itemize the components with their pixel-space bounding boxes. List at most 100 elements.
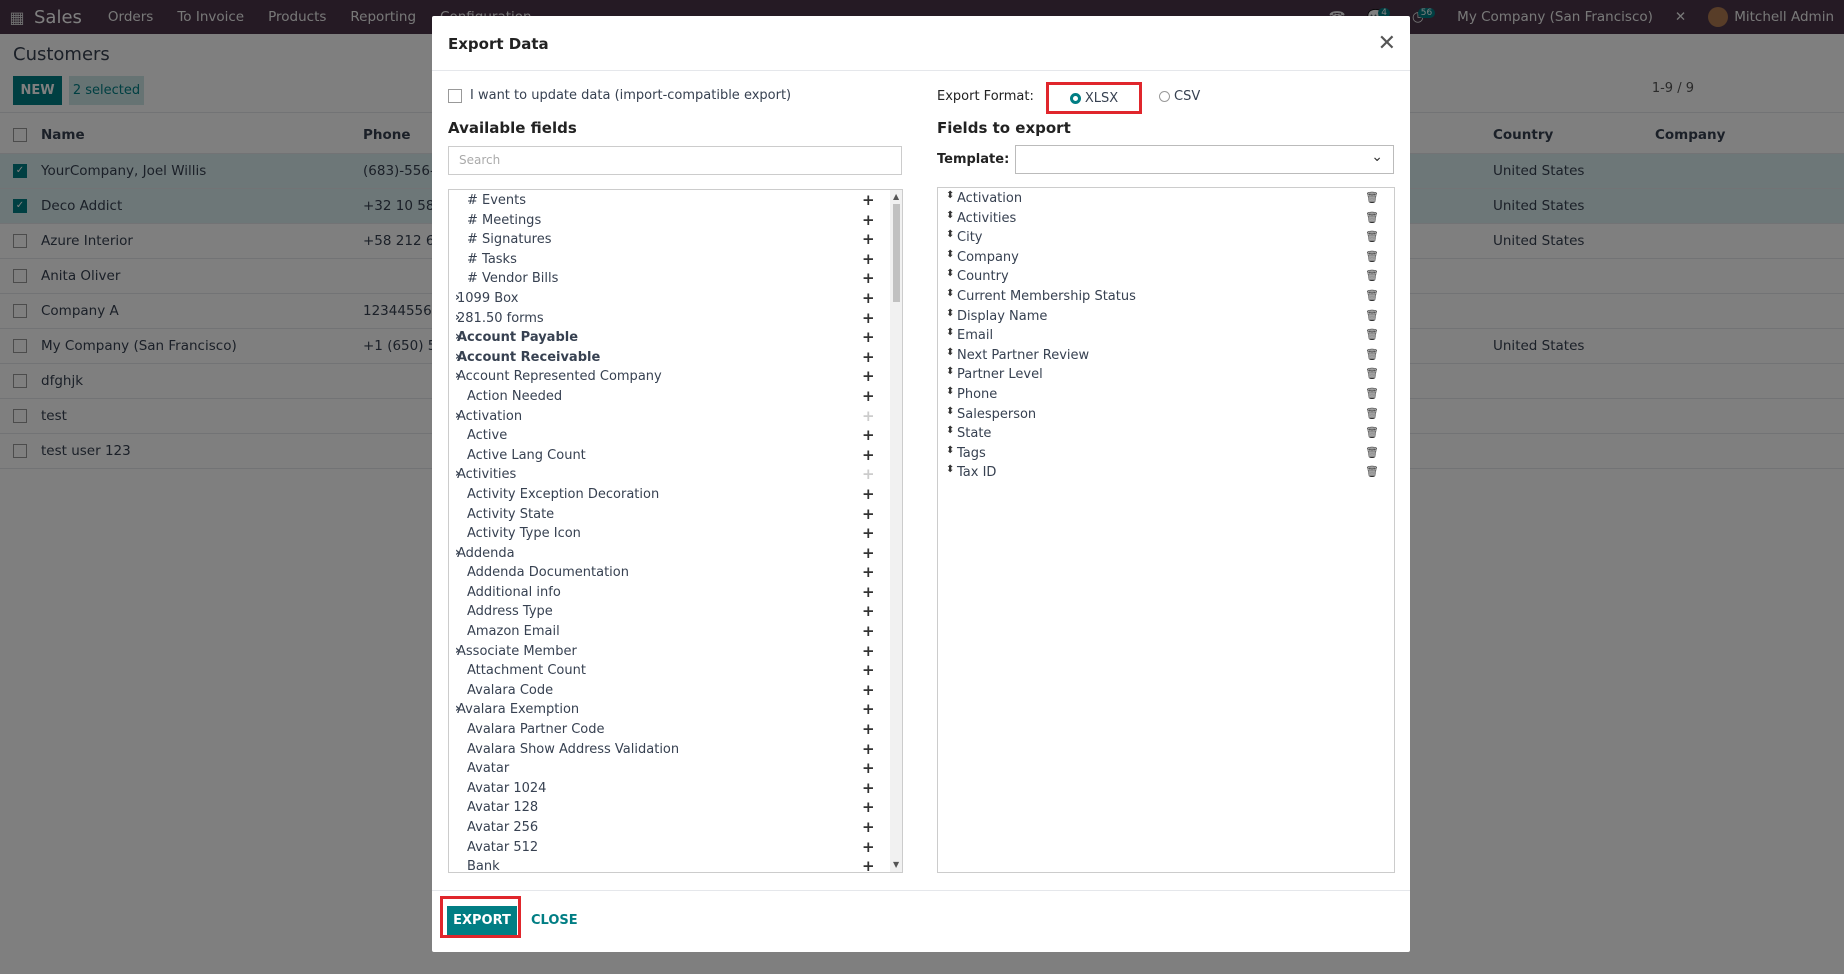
scroll-up-icon[interactable]: ▲ xyxy=(893,192,899,201)
available-field-item[interactable]: Activity Exception Decoration + xyxy=(449,485,902,505)
available-field-item[interactable]: › 1099 Box + xyxy=(449,289,902,309)
available-field-item[interactable]: # Vendor Bills + xyxy=(449,269,902,289)
drag-handle-icon[interactable]: ⬍ xyxy=(946,366,954,377)
trash-icon[interactable]: 🗑 xyxy=(1365,230,1379,243)
drag-handle-icon[interactable]: ⬍ xyxy=(946,464,954,475)
trash-icon[interactable]: 🗑 xyxy=(1365,250,1379,263)
available-field-item[interactable]: Activity Type Icon + xyxy=(449,524,902,544)
available-field-item[interactable]: Avalara Show Address Validation + xyxy=(449,740,902,760)
add-field-icon[interactable]: + xyxy=(862,661,875,679)
available-field-item[interactable]: Bank + xyxy=(449,857,902,872)
available-field-item[interactable]: # Meetings + xyxy=(449,211,902,231)
add-field-icon[interactable]: + xyxy=(862,642,875,660)
available-field-item[interactable]: Addenda Documentation + xyxy=(449,563,902,583)
available-field-item[interactable]: # Events + xyxy=(449,191,902,211)
drag-handle-icon[interactable]: ⬍ xyxy=(946,288,954,299)
add-field-icon[interactable]: + xyxy=(862,269,875,287)
export-field-item[interactable]: ⬍ Activation 🗑 xyxy=(938,189,1394,209)
available-field-item[interactable]: Avatar 512 + xyxy=(449,838,902,858)
add-field-icon[interactable]: + xyxy=(862,563,875,581)
close-button[interactable]: CLOSE xyxy=(531,913,578,928)
trash-icon[interactable]: 🗑 xyxy=(1365,269,1379,282)
trash-icon[interactable]: 🗑 xyxy=(1365,289,1379,302)
import-compatible-option[interactable]: I want to update data (import-compatible… xyxy=(448,88,791,103)
drag-handle-icon[interactable]: ⬍ xyxy=(946,249,954,260)
export-field-item[interactable]: ⬍ Display Name 🗑 xyxy=(938,307,1394,327)
drag-handle-icon[interactable]: ⬍ xyxy=(946,327,954,338)
add-field-icon[interactable]: + xyxy=(862,583,875,601)
available-field-item[interactable]: Activity State + xyxy=(449,505,902,525)
add-field-icon[interactable]: + xyxy=(862,426,875,444)
export-field-item[interactable]: ⬍ Current Membership Status 🗑 xyxy=(938,287,1394,307)
available-field-item[interactable]: Avalara Partner Code + xyxy=(449,720,902,740)
xlsx-radio[interactable] xyxy=(1069,92,1081,104)
close-icon[interactable]: ✕ xyxy=(1378,31,1396,56)
trash-icon[interactable]: 🗑 xyxy=(1365,387,1379,400)
export-field-item[interactable]: ⬍ Tags 🗑 xyxy=(938,444,1394,464)
drag-handle-icon[interactable]: ⬍ xyxy=(946,425,954,436)
add-field-icon[interactable]: + xyxy=(862,367,875,385)
trash-icon[interactable]: 🗑 xyxy=(1365,191,1379,204)
import-compatible-checkbox[interactable] xyxy=(448,88,462,103)
add-field-icon[interactable]: + xyxy=(862,289,875,307)
export-field-item[interactable]: ⬍ Partner Level 🗑 xyxy=(938,365,1394,385)
add-field-icon[interactable]: + xyxy=(862,544,875,562)
trash-icon[interactable]: 🗑 xyxy=(1365,367,1379,380)
add-field-icon[interactable]: + xyxy=(862,211,875,229)
add-field-icon[interactable]: + xyxy=(862,838,875,856)
add-field-icon[interactable]: + xyxy=(862,348,875,366)
available-field-item[interactable]: Avatar 1024 + xyxy=(449,779,902,799)
drag-handle-icon[interactable]: ⬍ xyxy=(946,445,954,456)
drag-handle-icon[interactable]: ⬍ xyxy=(946,406,954,417)
add-field-icon[interactable]: + xyxy=(862,446,875,464)
available-field-item[interactable]: # Signatures + xyxy=(449,230,902,250)
available-field-item[interactable]: Avalara Code + xyxy=(449,681,902,701)
available-field-item[interactable]: › Addenda + xyxy=(449,544,902,564)
trash-icon[interactable]: 🗑 xyxy=(1365,348,1379,361)
add-field-icon[interactable]: + xyxy=(862,328,875,346)
drag-handle-icon[interactable]: ⬍ xyxy=(946,308,954,319)
export-field-item[interactable]: ⬍ Tax ID 🗑 xyxy=(938,463,1394,483)
template-select[interactable]: ⌄ xyxy=(1015,145,1394,174)
available-field-item[interactable]: Active + xyxy=(449,426,902,446)
drag-handle-icon[interactable]: ⬍ xyxy=(946,347,954,358)
add-field-icon[interactable]: + xyxy=(862,759,875,777)
drag-handle-icon[interactable]: ⬍ xyxy=(946,190,954,201)
available-field-item[interactable]: Action Needed + xyxy=(449,387,902,407)
add-field-icon[interactable]: + xyxy=(862,700,875,718)
export-field-item[interactable]: ⬍ Next Partner Review 🗑 xyxy=(938,346,1394,366)
add-field-icon[interactable]: + xyxy=(862,602,875,620)
available-field-item[interactable]: Avatar 256 + xyxy=(449,818,902,838)
available-field-item[interactable]: › 281.50 forms + xyxy=(449,309,902,329)
add-field-icon[interactable]: + xyxy=(862,309,875,327)
export-field-item[interactable]: ⬍ Salesperson 🗑 xyxy=(938,405,1394,425)
add-field-icon[interactable]: + xyxy=(862,524,875,542)
trash-icon[interactable]: 🗑 xyxy=(1365,309,1379,322)
available-field-item[interactable]: › Activities + xyxy=(449,465,902,485)
trash-icon[interactable]: 🗑 xyxy=(1365,328,1379,341)
add-field-icon[interactable]: + xyxy=(862,740,875,758)
available-field-item[interactable]: › Account Payable + xyxy=(449,328,902,348)
available-field-item[interactable]: › Account Represented Company + xyxy=(449,367,902,387)
available-field-item[interactable]: Additional info + xyxy=(449,583,902,603)
available-field-item[interactable]: › Account Receivable + xyxy=(449,348,902,368)
add-field-icon[interactable]: + xyxy=(862,230,875,248)
search-input[interactable]: Search xyxy=(448,146,902,175)
export-field-item[interactable]: ⬍ Phone 🗑 xyxy=(938,385,1394,405)
scroll-down-icon[interactable]: ▼ xyxy=(893,860,899,869)
available-field-item[interactable]: # Tasks + xyxy=(449,250,902,270)
export-field-item[interactable]: ⬍ Country 🗑 xyxy=(938,267,1394,287)
format-csv-option[interactable]: CSV xyxy=(1159,89,1200,104)
add-field-icon[interactable]: + xyxy=(862,818,875,836)
drag-handle-icon[interactable]: ⬍ xyxy=(946,229,954,240)
trash-icon[interactable]: 🗑 xyxy=(1365,426,1379,439)
add-field-icon[interactable]: + xyxy=(862,798,875,816)
add-field-icon[interactable]: + xyxy=(862,250,875,268)
available-field-item[interactable]: Amazon Email + xyxy=(449,622,902,642)
trash-icon[interactable]: 🗑 xyxy=(1365,407,1379,420)
available-field-item[interactable]: Address Type + xyxy=(449,602,902,622)
available-field-item[interactable]: Attachment Count + xyxy=(449,661,902,681)
add-field-icon[interactable]: + xyxy=(862,191,875,209)
available-field-item[interactable]: › Associate Member + xyxy=(449,642,902,662)
export-field-item[interactable]: ⬍ Company 🗑 xyxy=(938,248,1394,268)
